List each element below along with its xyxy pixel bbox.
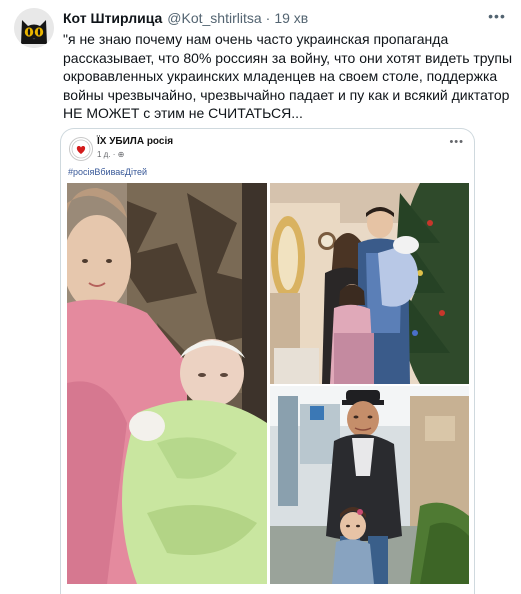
post-meta: 1 д. · ⊕ [97,150,125,159]
black-cat-icon [14,8,54,48]
heart-logo-icon [71,139,91,159]
tweet[interactable]: Кот Штирлица @Kot_shtirlitsa · 19 хв •••… [0,0,521,594]
photo-image [67,183,267,584]
more-dots-icon[interactable]: ••• [449,136,464,148]
photo-girl-with-baby[interactable] [67,183,267,584]
photo-image [270,386,469,584]
author-handle[interactable]: @Kot_shtirlitsa [167,10,261,26]
embedded-facebook-post[interactable]: ЇХ УБИЛА росія 1 д. · ⊕ ••• #росіяВбиває… [60,128,475,594]
tweet-timestamp[interactable]: 19 хв [274,10,308,26]
facebook-page-name[interactable]: ЇХ УБИЛА росія [97,136,173,147]
photo-family-with-newborn[interactable] [270,183,469,384]
author-avatar[interactable] [14,8,54,48]
tweet-text: "я не знаю почему нам очень часто украин… [63,31,513,121]
more-dots-icon[interactable]: ••• [487,9,507,26]
tweet-header: Кот Штирлица @Kot_shtirlitsa · 19 хв ••• [63,8,511,28]
photo-man-with-girl[interactable] [270,386,469,584]
page-logo[interactable] [69,137,93,161]
separator-dot: · [265,10,271,26]
hashtag-link[interactable]: #росіяВбиваєДітей [68,167,147,177]
author-name[interactable]: Кот Штирлица [63,10,162,26]
photo-image [270,183,469,384]
